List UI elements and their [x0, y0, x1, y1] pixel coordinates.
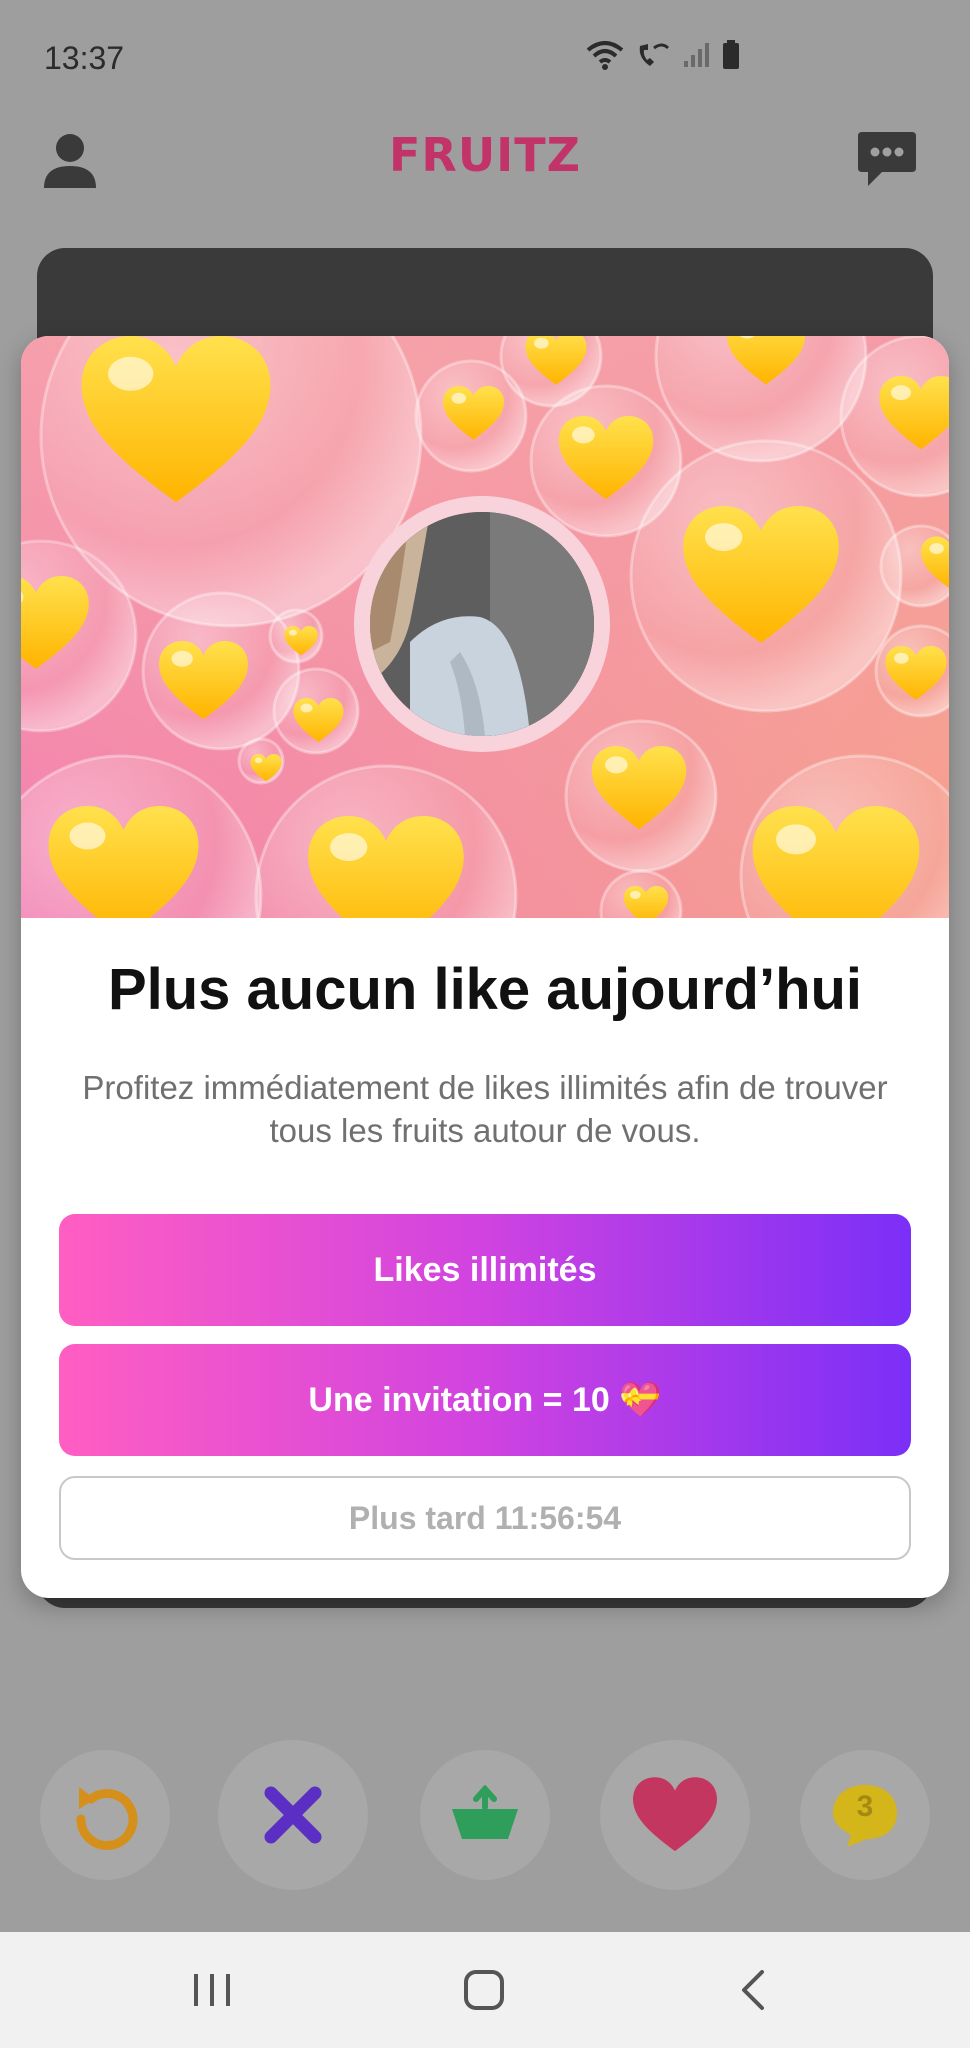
basket-button[interactable] [420, 1750, 550, 1880]
pass-button[interactable] [218, 1740, 368, 1890]
app-logo: FRUITZ [388, 128, 582, 182]
invite-button[interactable]: Une invitation = 10 💝 [59, 1344, 911, 1456]
battery-icon [723, 40, 739, 69]
app-header: FRUITZ [0, 110, 970, 230]
modal-subtitle: Profitez immédiatement de likes illimité… [82, 1069, 888, 1149]
profile-photo [370, 512, 594, 736]
wifi-call-icon [639, 43, 670, 66]
signal-icon [684, 43, 709, 67]
action-bar: 3 [0, 1740, 970, 1900]
back-icon[interactable] [724, 1962, 784, 2018]
modal-title: Plus aucun like aujourd’hui [107, 957, 863, 1022]
status-bar: 13:37 [0, 0, 970, 110]
status-time: 13:37 [44, 40, 125, 76]
undo-icon [76, 1787, 138, 1850]
system-nav-bar [0, 1932, 970, 2048]
chat-button[interactable]: 3 [800, 1750, 930, 1880]
status-icons [586, 40, 740, 70]
unlimited-likes-button[interactable]: Likes illimités [59, 1214, 911, 1326]
close-icon [264, 1786, 322, 1844]
like-button[interactable] [600, 1740, 750, 1890]
wifi-icon [586, 41, 624, 70]
profile-photo-ring [354, 496, 610, 752]
no-likes-modal: Plus aucun like aujourd’hui Profitez imm… [21, 336, 949, 1598]
chat-badge-count: 3 [856, 1790, 874, 1823]
home-icon[interactable] [454, 1962, 514, 2018]
undo-button[interactable] [40, 1750, 170, 1880]
messages-icon[interactable] [856, 128, 918, 190]
hearts-banner [21, 336, 949, 1038]
basket-icon [452, 1785, 518, 1839]
later-button[interactable]: Plus tard 11:56:54 [59, 1476, 911, 1560]
heart-icon [633, 1777, 717, 1852]
recent-apps-icon[interactable] [182, 1962, 242, 2018]
